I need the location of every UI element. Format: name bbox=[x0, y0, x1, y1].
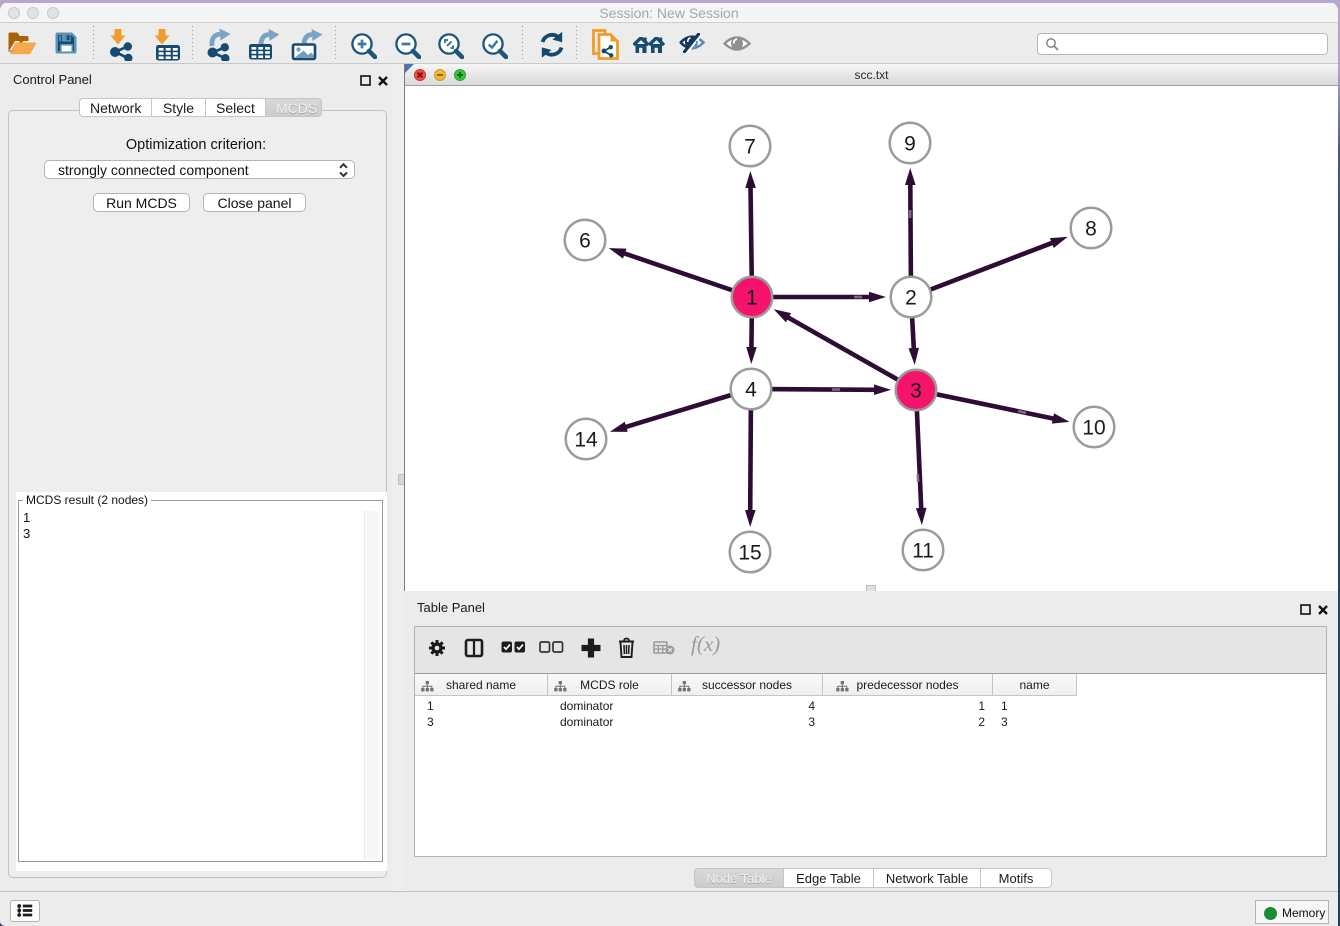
svg-text:9: 9 bbox=[904, 133, 916, 156]
svg-text:6: 6 bbox=[579, 230, 591, 253]
svg-text:4: 4 bbox=[745, 379, 757, 402]
svg-text:14: 14 bbox=[574, 429, 598, 452]
svg-text:1: 1 bbox=[746, 287, 758, 310]
svg-text:2: 2 bbox=[905, 287, 917, 310]
svg-text:7: 7 bbox=[744, 136, 756, 159]
svg-text:15: 15 bbox=[738, 542, 761, 565]
svg-text:8: 8 bbox=[1085, 218, 1097, 241]
svg-text:10: 10 bbox=[1082, 417, 1105, 440]
svg-text:3: 3 bbox=[910, 380, 922, 403]
svg-text:11: 11 bbox=[912, 540, 934, 563]
